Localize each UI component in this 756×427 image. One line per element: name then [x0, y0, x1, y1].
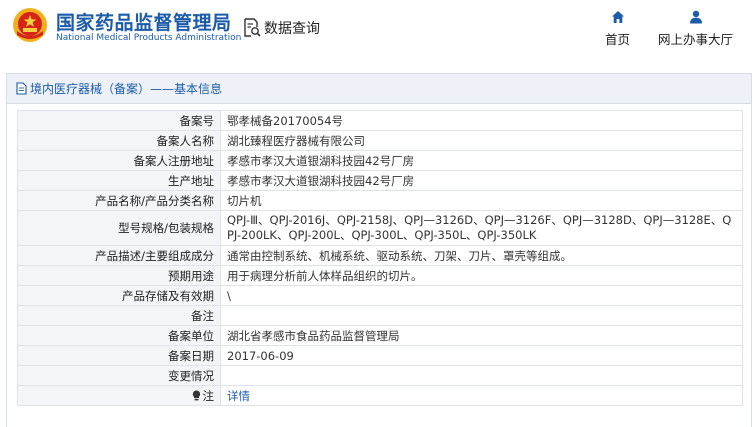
user-icon: [689, 10, 702, 24]
note-label-cell: 注: [17, 385, 221, 406]
table-row: 备案人注册地址 孝感市孝汉大道银湖科技园42号厂房: [17, 150, 743, 171]
table-row: 产品存储及有效期 \: [17, 285, 743, 306]
details-link[interactable]: 详情: [227, 389, 250, 403]
note-label: 注: [202, 388, 215, 403]
record-detail-table: 备案号 鄂孝械备20170054号 备案人名称 湖北臻程医疗器械有限公司 备案人…: [17, 110, 743, 406]
field-value: [220, 305, 743, 326]
field-label: 备案人名称: [17, 130, 221, 151]
field-label: 产品名称/产品分类名称: [17, 190, 221, 211]
table-row: 产品名称/产品分类名称 切片机: [17, 190, 743, 211]
site-name-cn[interactable]: 国家药品监督管理局: [56, 8, 232, 35]
field-label: 产品存储及有效期: [17, 285, 221, 306]
table-row: 预期用途 用于病理分析前人体样品组织的切片。: [17, 265, 743, 286]
site-header: 国家药品监督管理局 National Medical Products Admi…: [0, 0, 756, 60]
table-row: 注 详情: [17, 385, 743, 406]
field-label: 备案单位: [17, 325, 221, 346]
table-row: 备案号 鄂孝械备20170054号: [17, 110, 743, 131]
field-value: 湖北臻程医疗器械有限公司: [220, 130, 743, 151]
field-value: 切片机: [220, 190, 743, 211]
field-value: 用于病理分析前人体样品组织的切片。: [220, 265, 743, 286]
field-value: 2017-06-09: [220, 345, 743, 366]
field-label: 预期用途: [17, 265, 221, 286]
data-query-link[interactable]: 数据查询: [243, 18, 320, 38]
home-icon: [611, 11, 624, 23]
table-row: 生产地址 孝感市孝汉大道银湖科技园42号厂房: [17, 170, 743, 191]
note-value: 详情: [220, 385, 743, 406]
nav-home[interactable]: 首页: [605, 10, 630, 48]
data-query-icon: [244, 18, 261, 37]
field-label: 产品描述/主要组成成分: [17, 245, 221, 266]
field-label: 型号规格/包装规格: [17, 210, 221, 246]
field-label: 生产地址: [17, 170, 221, 191]
nav-home-label: 首页: [605, 32, 631, 47]
panel-title: 境内医疗器械（备案）——基本信息: [30, 82, 223, 96]
table-row: 备注: [17, 305, 743, 326]
field-value: \: [220, 285, 743, 306]
field-label: 备案号: [17, 110, 221, 131]
field-label: 备案人注册地址: [17, 150, 221, 171]
site-name-en[interactable]: National Medical Products Administration: [56, 33, 241, 43]
table-row: 变更情况: [17, 365, 743, 386]
lightbulb-icon: [192, 390, 200, 400]
table-row: 产品描述/主要组成成分 通常由控制系统、机械系统、驱动系统、刀架、刀片、罩壳等组…: [17, 245, 743, 266]
field-value: 湖北省孝感市食品药品监督管理局: [220, 325, 743, 346]
nav-online-hall-label: 网上办事大厅: [658, 32, 734, 47]
record-panel: 境内医疗器械（备案）——基本信息 备案号 鄂孝械备20170054号 备案人名称…: [6, 73, 752, 427]
field-value: 鄂孝械备20170054号: [220, 110, 743, 131]
field-value: 通常由控制系统、机械系统、驱动系统、刀架、刀片、罩壳等组成。: [220, 245, 743, 266]
table-row: 备案人名称 湖北臻程医疗器械有限公司: [17, 130, 743, 151]
field-value: 孝感市孝汉大道银湖科技园42号厂房: [220, 170, 743, 191]
panel-title-bar: 境内医疗器械（备案）——基本信息: [7, 74, 751, 104]
data-query-label: 数据查询: [264, 21, 320, 37]
field-label: 备案日期: [17, 345, 221, 366]
field-label: 备注: [17, 305, 221, 326]
field-value: QPJ-Ⅲ、QPJ-2016J、QPJ-2158J、QPJ—3126D、QPJ—…: [220, 210, 743, 246]
table-row: 备案单位 湖北省孝感市食品药品监督管理局: [17, 325, 743, 346]
table-row: 型号规格/包装规格 QPJ-Ⅲ、QPJ-2016J、QPJ-2158J、QPJ—…: [17, 210, 743, 246]
field-label: 变更情况: [17, 365, 221, 386]
table-row: 备案日期 2017-06-09: [17, 345, 743, 366]
national-emblem-icon[interactable]: [12, 7, 48, 43]
field-value: [220, 365, 743, 386]
nav-online-hall[interactable]: 网上办事大厅: [658, 10, 733, 48]
document-icon: [16, 82, 27, 95]
field-value: 孝感市孝汉大道银湖科技园42号厂房: [220, 150, 743, 171]
